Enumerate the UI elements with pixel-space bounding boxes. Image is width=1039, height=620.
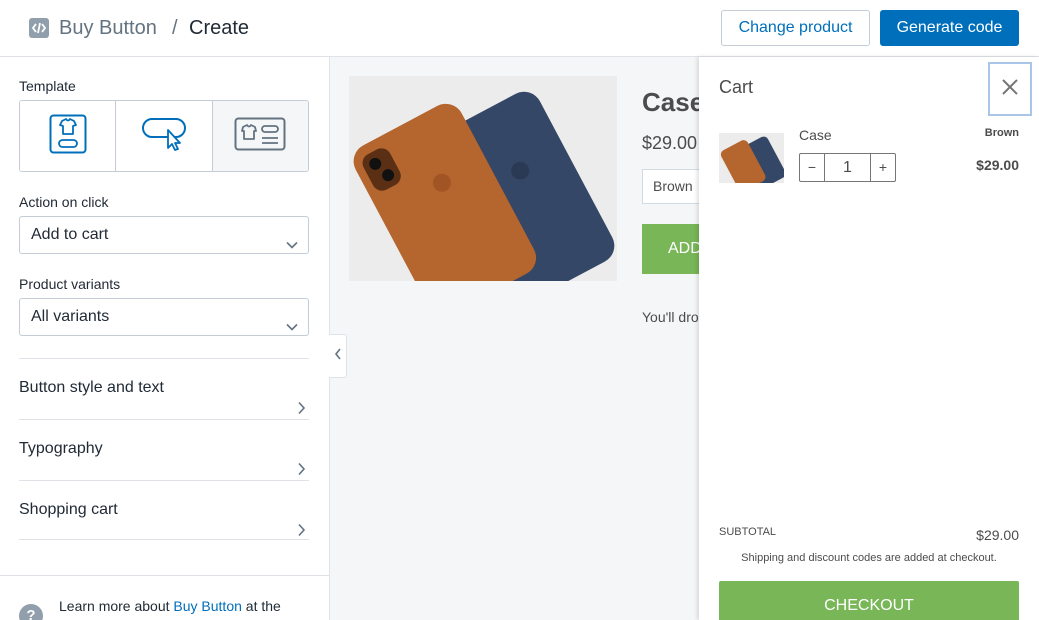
product-variants-value: All variants: [31, 308, 110, 325]
chevron-right-icon: [295, 503, 307, 563]
product-preview: Case $29.00 Brown ADD You'll dro protect…: [330, 57, 699, 620]
increment-button[interactable]: +: [871, 154, 895, 181]
action-on-click-value: Add to cart: [31, 226, 109, 243]
template-picker: [19, 100, 309, 172]
help-question-icon: ?: [19, 604, 43, 620]
buy-button-help-link[interactable]: Buy Button: [173, 598, 242, 614]
product-variant-select[interactable]: Brown: [642, 169, 699, 204]
close-icon: [1001, 78, 1019, 101]
shipping-note: Shipping and discount codes are added at…: [741, 552, 997, 564]
decrement-button[interactable]: −: [800, 154, 824, 181]
breadcrumb-separator: /: [172, 17, 178, 39]
generate-code-button[interactable]: Generate code: [880, 10, 1019, 46]
help-prefix: Learn more about: [59, 598, 174, 614]
button-cursor-icon: [141, 117, 187, 156]
chevron-down-icon: [286, 229, 298, 265]
template-option-product-card[interactable]: [20, 101, 117, 171]
product-description: You'll dro protect it: [642, 309, 699, 325]
product-detail-icon: [234, 117, 286, 156]
divider: [19, 539, 309, 540]
cart-title: Cart: [719, 77, 754, 97]
action-on-click-select[interactable]: Add to cart: [19, 216, 309, 254]
subtotal-label: SUBTOTAL: [719, 526, 777, 538]
top-bar: Buy Button / Create Change product Gener…: [0, 0, 1039, 57]
cart-item-variant: Brown: [984, 127, 1019, 139]
product-title: Case: [642, 87, 699, 117]
cart-close-button[interactable]: [988, 62, 1032, 116]
cart-item-price: $29.00: [976, 157, 1019, 173]
chevron-left-icon: [333, 347, 343, 366]
product-variants-select[interactable]: All variants: [19, 298, 309, 336]
page-title: Create: [189, 17, 250, 39]
section-typography[interactable]: Typography: [19, 419, 309, 479]
template-label: Template: [19, 78, 76, 94]
buy-button-app-icon: [29, 18, 49, 38]
breadcrumb-buy-button[interactable]: Buy Button: [59, 16, 157, 40]
template-option-button[interactable]: [116, 101, 213, 171]
action-on-click-label: Action on click: [19, 194, 109, 210]
quantity-input[interactable]: 1: [824, 154, 871, 181]
product-price: $29.00: [642, 133, 698, 153]
change-product-button[interactable]: Change product: [721, 10, 870, 46]
product-card-icon: [49, 114, 87, 159]
chevron-down-icon: [286, 311, 298, 347]
add-to-cart-button[interactable]: ADD: [642, 224, 699, 274]
subtotal-value: $29.00: [976, 527, 1019, 543]
section-label: Button style and text: [19, 379, 164, 396]
section-label: Typography: [19, 440, 103, 457]
template-option-product-detail[interactable]: [212, 101, 308, 171]
cart-item-name: Case: [799, 127, 832, 143]
quantity-stepper: − 1 +: [799, 153, 896, 182]
checkout-button[interactable]: CHECKOUT: [719, 581, 1019, 620]
product-image: [349, 76, 617, 281]
section-button-style-and-text[interactable]: Button style and text: [19, 358, 309, 418]
section-label: Shopping cart: [19, 501, 118, 518]
cart-item-thumbnail: [719, 133, 784, 183]
help-suffix: at the: [241, 598, 281, 614]
help-text: Learn more about Buy Button at the: [59, 598, 281, 614]
collapse-sidebar-button[interactable]: [329, 334, 347, 378]
section-shopping-cart[interactable]: Shopping cart: [19, 480, 309, 540]
settings-sidebar: Template Action on click Add to cart Pro…: [0, 57, 330, 620]
product-variants-label: Product variants: [19, 276, 121, 292]
divider: [0, 575, 329, 576]
cart-drawer: Cart Case Brown − 1 + $29.00 SUBTOTAL $2…: [699, 57, 1039, 620]
